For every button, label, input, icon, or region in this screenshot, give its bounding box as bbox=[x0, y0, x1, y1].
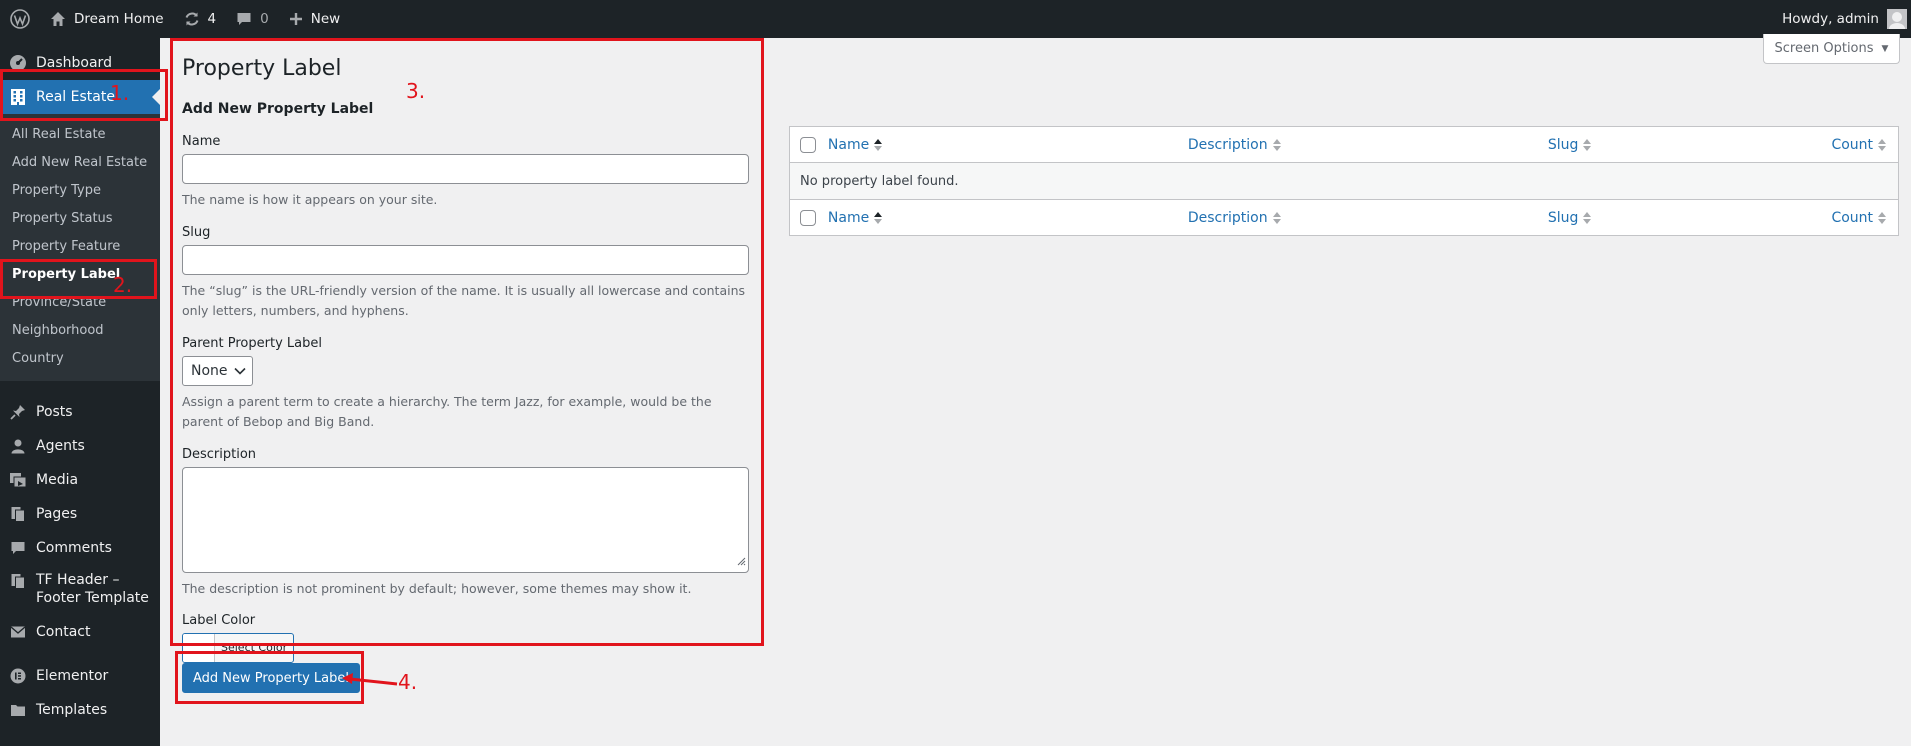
sort-icon bbox=[1583, 211, 1592, 225]
annotation-number-2: 2. bbox=[113, 273, 133, 297]
template-pages-icon bbox=[8, 573, 28, 589]
submenu-property-feature[interactable]: Property Feature bbox=[0, 233, 160, 261]
menu-elementor-label: Elementor bbox=[36, 668, 109, 684]
wordpress-logo-icon bbox=[10, 9, 30, 29]
column-slug[interactable]: Slug bbox=[1548, 137, 1832, 153]
real-estate-submenu: All Real Estate Add New Real Estate Prop… bbox=[0, 114, 160, 381]
annotation-number-4: 4. bbox=[398, 670, 418, 694]
updates-link[interactable]: 4 bbox=[174, 0, 227, 38]
empty-message: No property label found. bbox=[800, 173, 959, 189]
site-name-link[interactable]: Dream Home bbox=[40, 0, 174, 38]
envelope-icon bbox=[8, 625, 28, 639]
triangle-down-icon: ▼ bbox=[1881, 43, 1889, 54]
comments-count: 0 bbox=[260, 11, 269, 27]
submenu-property-type[interactable]: Property Type bbox=[0, 177, 160, 205]
plus-icon bbox=[289, 12, 303, 26]
my-account-link[interactable]: Howdy, admin bbox=[1772, 0, 1907, 38]
column-name-label: Name bbox=[827, 136, 870, 153]
folder-icon bbox=[8, 703, 28, 717]
updates-icon bbox=[184, 11, 200, 27]
annotation-box-4 bbox=[175, 651, 364, 704]
annotation-box-3 bbox=[170, 38, 764, 646]
new-label: New bbox=[310, 11, 341, 27]
menu-contact-label: Contact bbox=[36, 624, 91, 640]
submenu-country[interactable]: Country bbox=[0, 345, 160, 373]
select-all-checkbox[interactable] bbox=[800, 136, 816, 153]
column-slug-label: Slug bbox=[1547, 209, 1579, 226]
elementor-icon bbox=[8, 668, 28, 684]
empty-table-row: No property label found. bbox=[790, 163, 1898, 199]
annotation-arrow bbox=[342, 673, 398, 686]
pages-icon bbox=[8, 506, 28, 522]
user-icon bbox=[8, 438, 28, 454]
comment-bubble-icon bbox=[236, 11, 252, 27]
home-icon bbox=[50, 11, 66, 27]
annotation-box-1 bbox=[0, 69, 168, 121]
column-count-label: Count bbox=[1831, 209, 1874, 226]
sort-icon bbox=[1878, 138, 1887, 152]
menu-comments-label: Comments bbox=[36, 540, 112, 556]
submenu-property-status[interactable]: Property Status bbox=[0, 205, 160, 233]
column-count[interactable]: Count bbox=[1831, 137, 1898, 153]
menu-agents[interactable]: Agents bbox=[0, 429, 160, 463]
submenu-all-real-estate[interactable]: All Real Estate bbox=[0, 121, 160, 149]
column-name-footer[interactable]: Name bbox=[828, 210, 1188, 226]
updates-count: 4 bbox=[207, 11, 217, 27]
menu-pages-label: Pages bbox=[36, 506, 78, 522]
sort-icon bbox=[1272, 138, 1281, 152]
menu-media[interactable]: Media bbox=[0, 463, 160, 497]
menu-tf-header-footer[interactable]: TF Header – Footer Template bbox=[0, 565, 160, 611]
menu-comments[interactable]: Comments bbox=[0, 531, 160, 565]
menu-posts[interactable]: Posts bbox=[0, 395, 160, 429]
menu-posts-label: Posts bbox=[36, 404, 73, 420]
annotation-number-1: 1. bbox=[110, 81, 130, 105]
admin-sidebar: Dashboard Real Estate All Real Estate Ad… bbox=[0, 38, 160, 746]
menu-agents-label: Agents bbox=[36, 438, 85, 454]
annotation-box-2 bbox=[0, 259, 157, 299]
menu-templates[interactable]: Templates bbox=[0, 693, 160, 727]
sort-icon bbox=[1878, 211, 1887, 225]
table-header: Name Description Slug Count bbox=[790, 127, 1898, 163]
terms-table: Name Description Slug Count No property … bbox=[789, 126, 1899, 236]
screen-options-button[interactable]: Screen Options ▼ bbox=[1763, 34, 1900, 64]
submenu-neighborhood[interactable]: Neighborhood bbox=[0, 317, 160, 345]
table-footer: Name Description Slug Count bbox=[790, 199, 1898, 235]
comment-bubble-icon bbox=[8, 540, 28, 556]
menu-media-label: Media bbox=[36, 472, 79, 488]
sort-asc-icon bbox=[874, 138, 883, 152]
column-description[interactable]: Description bbox=[1188, 137, 1548, 153]
column-count-label: Count bbox=[1831, 136, 1874, 153]
menu-pages[interactable]: Pages bbox=[0, 497, 160, 531]
pushpin-icon bbox=[8, 404, 28, 420]
menu-templates-label: Templates bbox=[36, 702, 108, 718]
wordpress-logo-button[interactable] bbox=[0, 0, 40, 38]
sort-asc-icon bbox=[874, 211, 883, 225]
admin-bar: Dream Home 4 0 New Howdy, admin bbox=[0, 0, 1911, 38]
column-slug-label: Slug bbox=[1547, 136, 1579, 153]
screen-options-label: Screen Options bbox=[1774, 41, 1874, 56]
menu-elementor[interactable]: Elementor bbox=[0, 659, 160, 693]
column-name-label: Name bbox=[827, 209, 870, 226]
sort-icon bbox=[1272, 211, 1281, 225]
comments-link[interactable]: 0 bbox=[226, 0, 279, 38]
menu-contact[interactable]: Contact bbox=[0, 615, 160, 649]
column-name[interactable]: Name bbox=[828, 137, 1188, 153]
new-content-link[interactable]: New bbox=[279, 0, 350, 38]
greeting: Howdy, admin bbox=[1782, 11, 1879, 27]
column-description-footer[interactable]: Description bbox=[1188, 210, 1548, 226]
menu-tf-header-footer-label: TF Header – Footer Template bbox=[36, 572, 149, 606]
column-slug-footer[interactable]: Slug bbox=[1548, 210, 1832, 226]
avatar bbox=[1887, 9, 1907, 29]
submenu-add-new-real-estate[interactable]: Add New Real Estate bbox=[0, 149, 160, 177]
site-name: Dream Home bbox=[74, 11, 164, 27]
column-description-label: Description bbox=[1187, 136, 1268, 153]
sort-icon bbox=[1583, 138, 1592, 152]
column-count-footer[interactable]: Count bbox=[1831, 210, 1898, 226]
media-icon bbox=[8, 472, 28, 488]
column-description-label: Description bbox=[1187, 209, 1268, 226]
select-all-checkbox-footer[interactable] bbox=[800, 209, 816, 226]
annotation-number-3: 3. bbox=[406, 79, 426, 103]
